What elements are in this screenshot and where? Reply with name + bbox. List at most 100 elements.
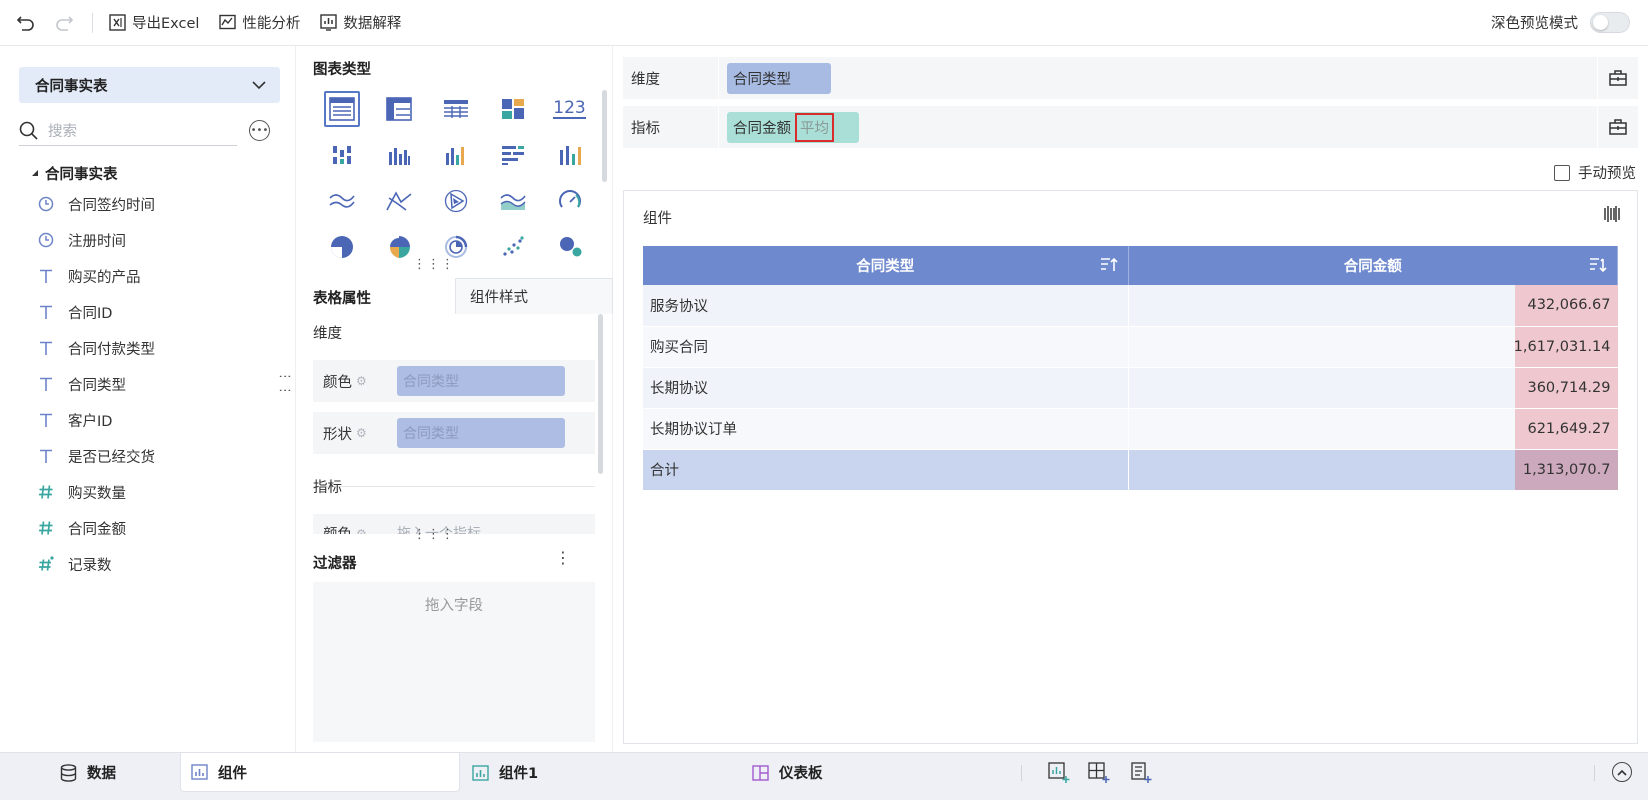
filter-more-icon[interactable]: ⋮ [555, 550, 571, 566]
export-excel-button[interactable]: 导出Excel [109, 12, 199, 33]
chevron-down-icon [252, 80, 266, 89]
tab-component[interactable]: 组件 [180, 753, 460, 792]
field-item[interactable]: 购买数量 [36, 474, 155, 510]
chart-type-kpi[interactable]: 123 [541, 86, 598, 132]
chart-type-line[interactable] [313, 178, 370, 224]
add-report-icon[interactable] [1130, 762, 1152, 784]
manual-preview-checkbox[interactable] [1554, 164, 1570, 181]
metric-section-label: 指标 [313, 480, 342, 496]
field-item[interactable]: 记录数 [36, 546, 155, 582]
chart-type-treemap[interactable] [484, 86, 541, 132]
field-item[interactable]: 是否已经交货 [36, 438, 155, 474]
chart-type-stacked[interactable] [541, 132, 598, 178]
tab-component1[interactable]: 组件1 [472, 753, 538, 792]
search-icon [19, 121, 38, 140]
metric-field-chip[interactable]: 合同金额 平均 [727, 112, 859, 143]
dark-preview-label: 深色预览模式 [1491, 16, 1578, 32]
rose-chart-icon [389, 236, 410, 258]
tab-table-properties[interactable]: 表格属性 [313, 287, 371, 308]
field-item[interactable]: 购买的产品 [36, 258, 155, 294]
chart-types-title: 图表类型 [313, 62, 371, 78]
chart-grid-scrollbar[interactable] [602, 90, 607, 182]
add-component-icon[interactable] [1048, 762, 1070, 784]
metric-color-label-wrap: 颜色 ⚙ [313, 514, 397, 535]
stacked-column-icon [559, 146, 581, 165]
barcode-icon[interactable] [1603, 205, 1621, 223]
export-excel-label: 导出Excel [132, 16, 200, 32]
row-type-cell: 长期协议订单 [643, 408, 1129, 450]
field-item[interactable]: 客户ID [36, 402, 155, 438]
chart-type-radar[interactable] [427, 178, 484, 224]
table-chart-icon [328, 97, 355, 121]
total-amount-value: 1,313,070.7 [1514, 449, 1618, 490]
sort-icon[interactable] [1589, 257, 1607, 273]
manual-preview[interactable]: 手动预览 [1554, 162, 1636, 183]
filter-drop-zone[interactable]: 拖入字段 [313, 582, 595, 742]
field-item[interactable]: 合同金额 [36, 510, 155, 546]
column-header[interactable]: 合同类型 [643, 246, 1129, 285]
chart-type-detail-table[interactable] [427, 86, 484, 132]
undo-icon[interactable] [16, 13, 36, 33]
collapse-up-icon[interactable] [1612, 762, 1632, 782]
tab-dashboard[interactable]: 仪表板 [752, 753, 823, 792]
color-property-label: 颜色 [323, 374, 352, 391]
add-dashboard-icon[interactable] [1088, 762, 1110, 784]
chart-type-pie[interactable] [313, 224, 370, 270]
dark-preview-switch[interactable] [1590, 12, 1630, 33]
field-item[interactable]: 合同签约时间 [36, 186, 155, 222]
aggregation-label[interactable]: 平均 [795, 113, 834, 142]
chart-type-bar[interactable] [484, 132, 541, 178]
tab-component-style[interactable]: 组件样式 [455, 278, 613, 314]
chart-type-gauge[interactable] [541, 178, 598, 224]
chart-type-table[interactable] [313, 86, 370, 132]
data-explain-button[interactable]: 数据解释 [320, 12, 401, 33]
field-label: 购买的产品 [68, 269, 141, 286]
dimension-field-chip[interactable]: 合同类型 [727, 63, 831, 94]
tab-data[interactable]: 数据 [60, 753, 116, 792]
field-label: 合同类型 [68, 377, 126, 394]
panel-resize-handle[interactable]: ⋮⋮ [277, 370, 292, 398]
chart-type-area[interactable] [484, 178, 541, 224]
chart-type-cross-table[interactable] [370, 86, 427, 132]
toolbox-icon[interactable] [1608, 68, 1628, 88]
field-item[interactable]: 合同类型 [36, 366, 155, 402]
chart-type-polyline[interactable] [370, 178, 427, 224]
polyline-icon [385, 191, 411, 211]
chart-type-grouped-table[interactable] [313, 132, 370, 178]
chart-type-grid: 123 [313, 86, 603, 270]
shelf-divider [1597, 106, 1598, 148]
gear-icon[interactable]: ⚙ [356, 426, 367, 440]
filter-title: 过滤器 [313, 556, 357, 572]
more-options-icon[interactable]: ••• [249, 120, 270, 141]
field-label: 记录数 [68, 557, 112, 574]
sort-icon[interactable] [1100, 257, 1118, 273]
property-scrollbar[interactable] [598, 314, 603, 474]
toolbar-separator [92, 12, 93, 33]
field-item[interactable]: 合同付款类型 [36, 330, 155, 366]
toolbox-icon[interactable] [1608, 117, 1628, 137]
field-search[interactable]: 搜索 [19, 116, 237, 146]
horizontal-resize-handle[interactable]: ⋮⋮⋮ [413, 258, 455, 271]
gear-icon[interactable]: ⚙ [356, 527, 367, 535]
gear-icon[interactable]: ⚙ [356, 374, 367, 388]
database-icon [60, 763, 77, 782]
tree-root[interactable]: 合同事实表 [31, 163, 118, 184]
row-amount-cell: 1,617,031.14 [1128, 326, 1618, 368]
field-item[interactable]: 注册时间 [36, 222, 155, 258]
performance-analysis-button[interactable]: 性能分析 [219, 12, 300, 33]
vertical-resize-handle[interactable]: ⋮⋮⋮ [413, 528, 455, 541]
table-row: 长期协议订单 621,649.27 [643, 408, 1618, 450]
line-chart-icon [328, 194, 355, 208]
column-header[interactable]: 合同金额 [1128, 246, 1618, 285]
field-item[interactable]: 合同ID [36, 294, 155, 330]
chart-type-multi-column[interactable] [427, 132, 484, 178]
table-selector[interactable]: 合同事实表 [19, 67, 280, 103]
chart-type-column[interactable] [370, 132, 427, 178]
performance-icon [219, 14, 237, 30]
redo-icon[interactable] [54, 13, 74, 33]
shape-field-chip[interactable]: 合同类型 [397, 418, 565, 448]
chart-type-scatter[interactable] [484, 224, 541, 270]
chart-type-bubble[interactable] [541, 224, 598, 270]
color-field-chip[interactable]: 合同类型 [397, 366, 565, 396]
clock-icon [36, 196, 56, 212]
